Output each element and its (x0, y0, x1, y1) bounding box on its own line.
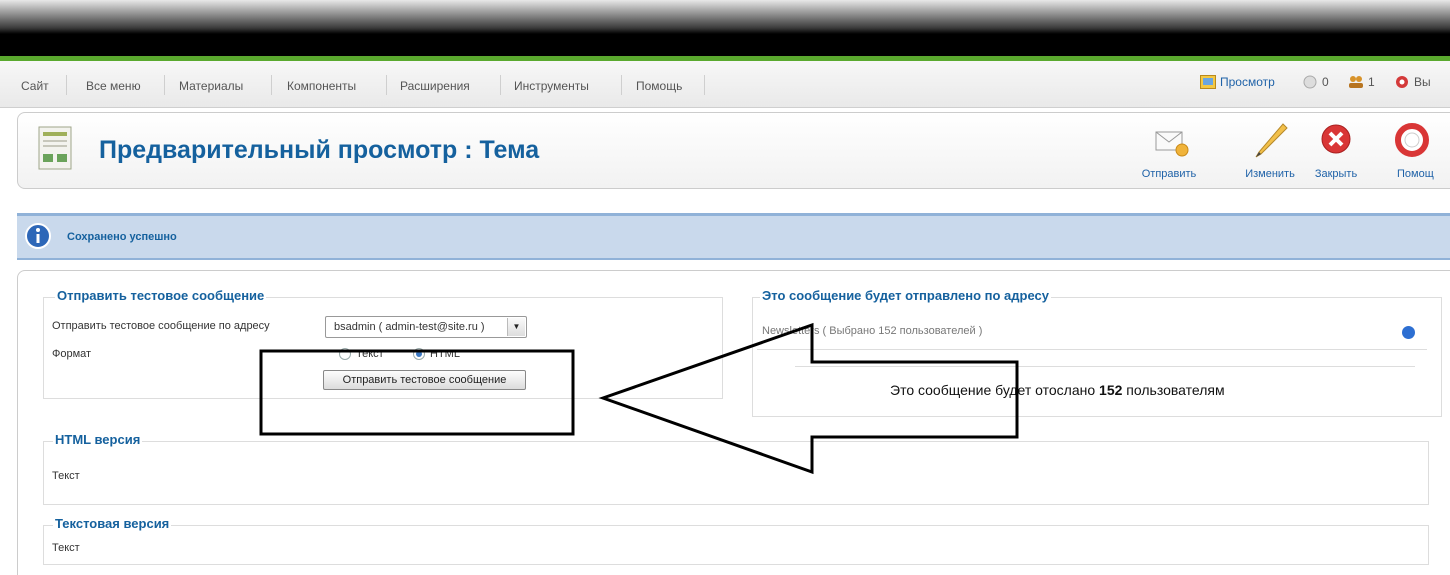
pencil-icon (1255, 123, 1288, 158)
menu-item-content[interactable]: Материалы (179, 79, 243, 93)
format-label: Формат (52, 348, 92, 360)
recipient-selected-dot[interactable] (1402, 326, 1415, 339)
test-message-legend: Отправить тестовое сообщение (55, 288, 267, 303)
menu-item-components[interactable]: Компоненты (287, 79, 356, 93)
test-address-value: bsadmin ( admin-test@site.ru ) (334, 321, 485, 333)
summary-prefix: Это сообщение будет отослано (890, 382, 1096, 398)
messages-status[interactable]: 0 (1302, 75, 1329, 89)
chevron-down-icon: ▼ (507, 318, 525, 336)
menu-separator (386, 75, 387, 95)
help-button-label: Помощ (1397, 168, 1434, 180)
success-message: Сохранено успешно (67, 231, 177, 243)
menu-separator (66, 75, 67, 95)
preview-link[interactable]: Просмотр (1200, 75, 1275, 89)
html-version-body: Текст (52, 470, 80, 482)
menu-separator (164, 75, 165, 95)
text-version-body: Текст (52, 542, 80, 554)
send-button-label: Отправить (1141, 168, 1197, 180)
format-html-label: HTML (430, 348, 460, 360)
system-message-bar (17, 213, 1450, 260)
menu-item-help[interactable]: Помощь (636, 79, 682, 93)
menu-item-extensions[interactable]: Расширения (400, 79, 470, 93)
send-mail-icon (1155, 131, 1189, 157)
top-header-band (0, 0, 1450, 60)
divider (795, 366, 1415, 367)
summary-count: 152 (1099, 382, 1123, 398)
close-icon (1321, 124, 1351, 154)
menu-separator (500, 75, 501, 95)
text-version-fieldset (43, 525, 1429, 565)
html-version-fieldset (43, 441, 1429, 505)
menu-separator (704, 75, 705, 95)
main-menubar: Сайт Все меню Материалы Компоненты Расши… (0, 61, 1450, 108)
menu-item-all-menus[interactable]: Все меню (86, 79, 141, 93)
menu-item-tools[interactable]: Инструменты (514, 79, 589, 93)
admin-page: Сайт Все меню Материалы Компоненты Расши… (0, 0, 1450, 575)
newsletter-preview-icon (38, 126, 72, 170)
preview-icon (1200, 75, 1216, 89)
text-version-legend: Текстовая версия (53, 516, 172, 531)
summary-suffix: пользователям (1126, 382, 1225, 398)
users-icon (1349, 76, 1363, 88)
users-status[interactable]: 1 (1348, 75, 1375, 89)
lifebuoy-icon (1395, 123, 1429, 157)
recipients-legend: Это сообщение будет отправлено по адресу (760, 288, 1051, 303)
preview-label: Просмотр (1220, 75, 1275, 89)
menu-item-site[interactable]: Сайт (21, 79, 49, 93)
send-test-message-button[interactable]: Отправить тестовое сообщение (323, 370, 526, 390)
menu-separator (621, 75, 622, 95)
messages-count: 0 (1322, 75, 1329, 89)
test-address-select[interactable]: bsadmin ( admin-test@site.ru ) ▼ (325, 316, 527, 338)
test-address-label: Отправить тестовое сообщение по адресу (52, 320, 270, 332)
info-icon (25, 223, 51, 249)
page-title: Предварительный просмотр : Тема (99, 136, 540, 164)
logout-label: Вы (1414, 75, 1431, 89)
format-text-radio[interactable] (339, 348, 351, 360)
menu-separator (271, 75, 272, 95)
html-version-legend: HTML версия (53, 432, 143, 447)
close-button-label: Закрыть (1314, 168, 1358, 180)
format-text-label: Текст (356, 348, 384, 360)
recipients-summary: Это сообщение будет отослано 152 пользов… (890, 382, 1225, 398)
users-count: 1 (1368, 75, 1375, 89)
format-html-radio[interactable] (413, 348, 425, 360)
message-icon (1303, 75, 1317, 89)
edit-button-label: Изменить (1245, 168, 1295, 180)
recipient-list-name: Newsletters ( Выбрано 152 пользователей … (762, 325, 983, 337)
logout-link[interactable]: Вы (1394, 75, 1431, 89)
logout-icon (1396, 76, 1408, 88)
